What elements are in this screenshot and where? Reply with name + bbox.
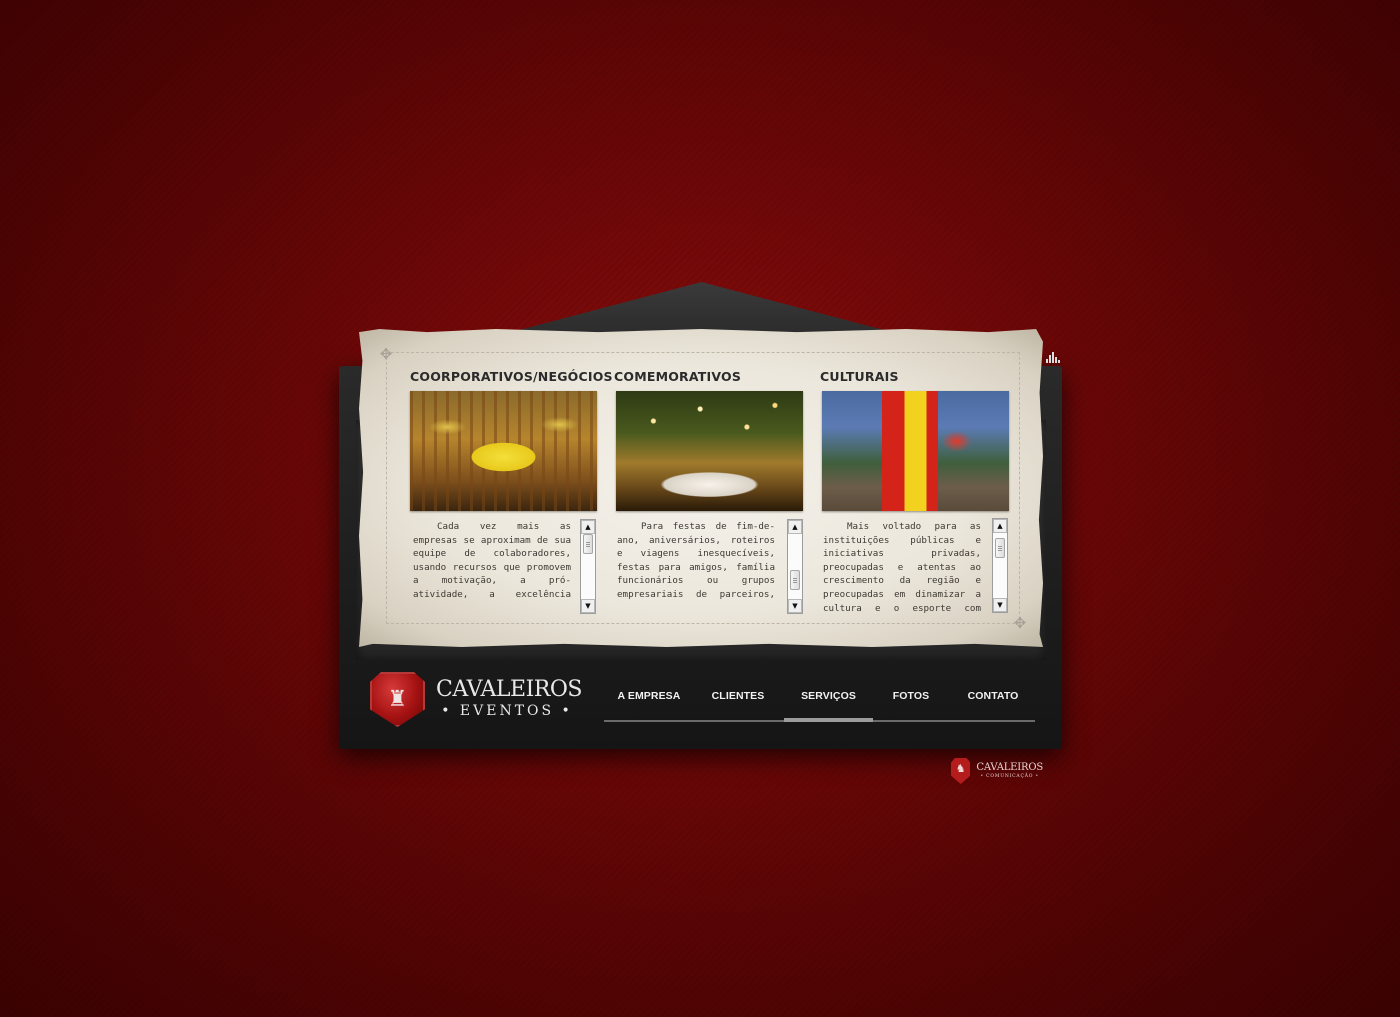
- scroll-down-icon[interactable]: ▼: [788, 599, 802, 613]
- sound-toggle-icon[interactable]: [1046, 351, 1062, 363]
- banquet-hall-photo: [410, 391, 597, 511]
- main-nav: A EMPRESA CLIENTES SERVIÇOS FOTOS CONTAT…: [604, 690, 1035, 722]
- scroll-thumb[interactable]: [583, 534, 593, 554]
- nav-item-contato[interactable]: CONTATO: [950, 690, 1036, 712]
- section-description: Cada vez mais as empresas se aproximam d…: [413, 521, 571, 600]
- credit-text: CAVALEIROS • COMUNICAÇÃO •: [976, 761, 1043, 780]
- text-scrollbar[interactable]: ▲ ▼: [992, 518, 1008, 613]
- scroll-up-icon[interactable]: ▲: [788, 520, 802, 534]
- garden-party-photo: [616, 391, 803, 511]
- section-cultural: CULTURAIS Mais voltado para as instituiç…: [820, 369, 1010, 614]
- section-title: COORPORATIVOS/NEGÓCIOS: [410, 369, 613, 384]
- section-description: Mais voltado para as instituições públic…: [823, 521, 981, 614]
- scroll-down-icon[interactable]: ▼: [581, 599, 595, 613]
- credit-name: CAVALEIROS: [976, 761, 1043, 773]
- scroll-thumb[interactable]: [995, 538, 1005, 558]
- text-scrollbar[interactable]: ▲ ▼: [580, 519, 596, 614]
- brand-name: CAVALEIROS: [436, 677, 582, 702]
- scroll-up-icon[interactable]: ▲: [581, 520, 595, 534]
- credit-subtitle: • COMUNICAÇÃO •: [980, 773, 1039, 779]
- knight-shield-icon: ♞: [951, 758, 971, 784]
- section-title: COMEMORATIVOS: [614, 369, 742, 384]
- nav-active-indicator: [784, 718, 873, 722]
- cross-ornament-icon: ✥: [379, 345, 393, 363]
- section-corporate: COORPORATIVOS/NEGÓCIOS Cada vez mais as …: [410, 369, 613, 614]
- credit-logo[interactable]: ♞ CAVALEIROS • COMUNICAÇÃO •: [951, 758, 1043, 784]
- text-scrollbar[interactable]: ▲ ▼: [787, 519, 803, 614]
- cross-ornament-icon: ✥: [1013, 614, 1027, 632]
- scroll-down-icon[interactable]: ▼: [993, 598, 1007, 612]
- brand-subtitle: • EVENTOS •: [441, 703, 573, 719]
- nav-item-fotos[interactable]: FOTOS: [876, 690, 946, 712]
- brand-logo[interactable]: CAVALEIROS • EVENTOS •: [436, 677, 582, 720]
- nav-item-clientes[interactable]: CLIENTES: [696, 690, 780, 712]
- section-description: Para festas de fim-de-ano, aniversários,…: [617, 521, 775, 600]
- nav-item-servicos[interactable]: SERVIÇOS: [784, 690, 873, 712]
- section-commemorative: COMEMORATIVOS Para festas de fim-de-ano,…: [614, 369, 804, 614]
- scroll-up-icon[interactable]: ▲: [993, 519, 1007, 533]
- nav-item-a-empresa[interactable]: A EMPRESA: [604, 690, 694, 712]
- jester-performance-photo: [822, 391, 1009, 511]
- section-title: CULTURAIS: [820, 369, 899, 384]
- scroll-thumb[interactable]: [790, 570, 800, 590]
